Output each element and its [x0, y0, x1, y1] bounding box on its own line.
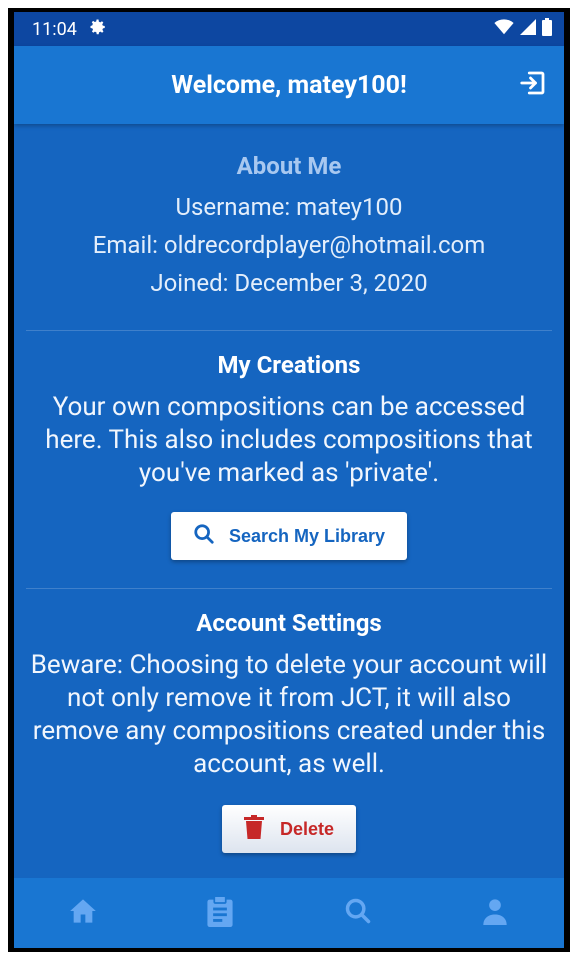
nav-profile[interactable] — [465, 888, 525, 938]
creations-section: My Creations Your own compositions can b… — [26, 331, 552, 589]
nav-search[interactable] — [328, 888, 388, 938]
logout-icon — [518, 68, 548, 102]
trash-icon — [243, 814, 264, 844]
settings-heading: Account Settings — [196, 609, 382, 637]
person-icon — [481, 897, 509, 929]
joined-text: Joined: December 3, 2020 — [150, 269, 428, 297]
phone-screen: 11:04 Welcome, matey100! About Me Userna… — [8, 8, 570, 952]
about-section: About Me Username: matey100 Email: oldre… — [26, 124, 552, 331]
home-icon — [69, 897, 97, 929]
search-icon — [193, 523, 215, 550]
nav-compositions[interactable] — [190, 888, 250, 938]
status-bar: 11:04 — [14, 12, 564, 46]
wifi-icon — [494, 18, 514, 40]
app-bar: Welcome, matey100! — [14, 46, 564, 124]
about-heading: About Me — [236, 152, 342, 180]
delete-account-button[interactable]: Delete — [221, 805, 357, 853]
email-text: Email: oldrecordplayer@hotmail.com — [92, 231, 486, 259]
profile-content: About Me Username: matey100 Email: oldre… — [14, 124, 564, 871]
clipboard-icon — [206, 895, 234, 931]
search-library-label: Search My Library — [228, 525, 386, 546]
signal-icon — [520, 18, 536, 40]
username-text: Username: matey100 — [175, 193, 403, 221]
bottom-navigation — [14, 878, 564, 948]
page-title: Welcome, matey100! — [171, 70, 407, 100]
nav-home[interactable] — [53, 888, 113, 938]
creations-heading: My Creations — [217, 351, 361, 379]
status-time: 11:04 — [32, 18, 77, 40]
creations-description: Your own compositions can be accessed he… — [45, 392, 533, 488]
search-library-button[interactable]: Search My Library — [170, 512, 408, 560]
battery-icon — [542, 17, 552, 41]
logout-button[interactable] — [516, 68, 550, 102]
settings-section: Account Settings Beware: Choosing to del… — [26, 589, 552, 871]
settings-gear-icon — [89, 18, 107, 41]
settings-description: Beware: Choosing to delete your account … — [30, 650, 548, 779]
delete-label: Delete — [279, 818, 335, 839]
search-icon — [344, 897, 372, 929]
